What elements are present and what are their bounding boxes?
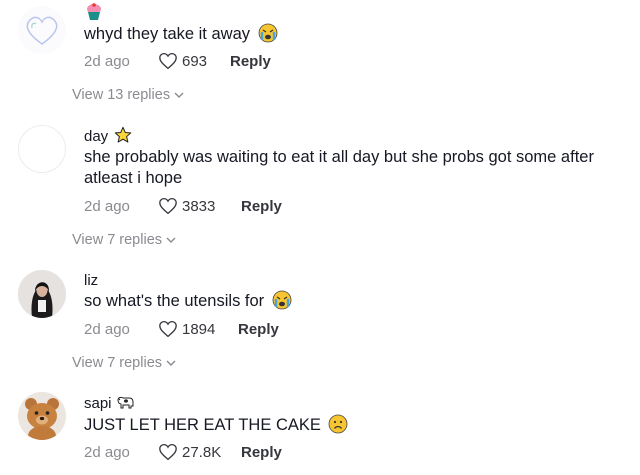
comment-meta: 2d ago 3833 Reply (84, 197, 282, 215)
sad-face-icon (328, 414, 348, 440)
avatar-teddy-bear-image (18, 392, 66, 440)
username[interactable]: day (84, 126, 132, 148)
comment-meta: 2d ago 693 Reply (84, 52, 271, 70)
like-count: 27.8K (182, 443, 222, 461)
avatar-heart-image (26, 16, 58, 45)
username[interactable]: liz (84, 272, 98, 289)
crying-face-icon (258, 23, 278, 49)
view-replies-button[interactable]: View 13 replies (72, 87, 184, 103)
comment-text: she probably was waiting to eat it all d… (84, 148, 594, 187)
reply-button[interactable]: Reply (238, 321, 279, 338)
reply-button[interactable]: Reply (241, 198, 282, 215)
comment-text: so what's the utensils for (84, 290, 629, 316)
view-replies-button[interactable]: View 7 replies (72, 355, 176, 371)
cow-icon (116, 395, 134, 413)
heart-icon (159, 443, 177, 461)
like-count: 693 (182, 52, 208, 70)
reply-button[interactable]: Reply (241, 444, 282, 461)
chevron-down-icon (166, 232, 176, 248)
like-button[interactable]: 27.8K (158, 443, 241, 461)
like-button[interactable]: 693 (158, 52, 230, 70)
reply-button[interactable]: Reply (230, 53, 271, 70)
chevron-down-icon (166, 355, 176, 371)
avatar[interactable] (18, 270, 66, 318)
star-icon (114, 126, 132, 148)
like-count: 1894 (182, 320, 216, 338)
username[interactable]: sapi (84, 395, 134, 413)
comment-meta: 2d ago 1894 Reply (84, 320, 279, 338)
timestamp: 2d ago (84, 197, 130, 215)
chevron-down-icon (174, 87, 184, 103)
timestamp: 2d ago (84, 443, 130, 461)
avatar[interactable] (18, 125, 66, 173)
crying-face-icon (272, 290, 292, 316)
like-button[interactable]: 1894 (158, 320, 238, 338)
avatar[interactable] (18, 6, 66, 54)
avatar[interactable] (18, 392, 66, 440)
comment-meta: 2d ago 27.8K Reply (84, 443, 282, 461)
like-count: 3833 (182, 197, 216, 215)
like-button[interactable]: 3833 (158, 197, 241, 215)
comment-text: JUST LET HER EAT THE CAKE (84, 414, 629, 440)
cupcake-icon (86, 3, 102, 25)
heart-icon (159, 197, 177, 215)
avatar-person-image (18, 270, 66, 318)
heart-icon (159, 320, 177, 338)
timestamp: 2d ago (84, 320, 130, 338)
username[interactable] (84, 3, 102, 25)
heart-icon (159, 52, 177, 70)
view-replies-button[interactable]: View 7 replies (72, 232, 176, 248)
comment-text: whyd they take it away (84, 23, 629, 49)
timestamp: 2d ago (84, 52, 130, 70)
